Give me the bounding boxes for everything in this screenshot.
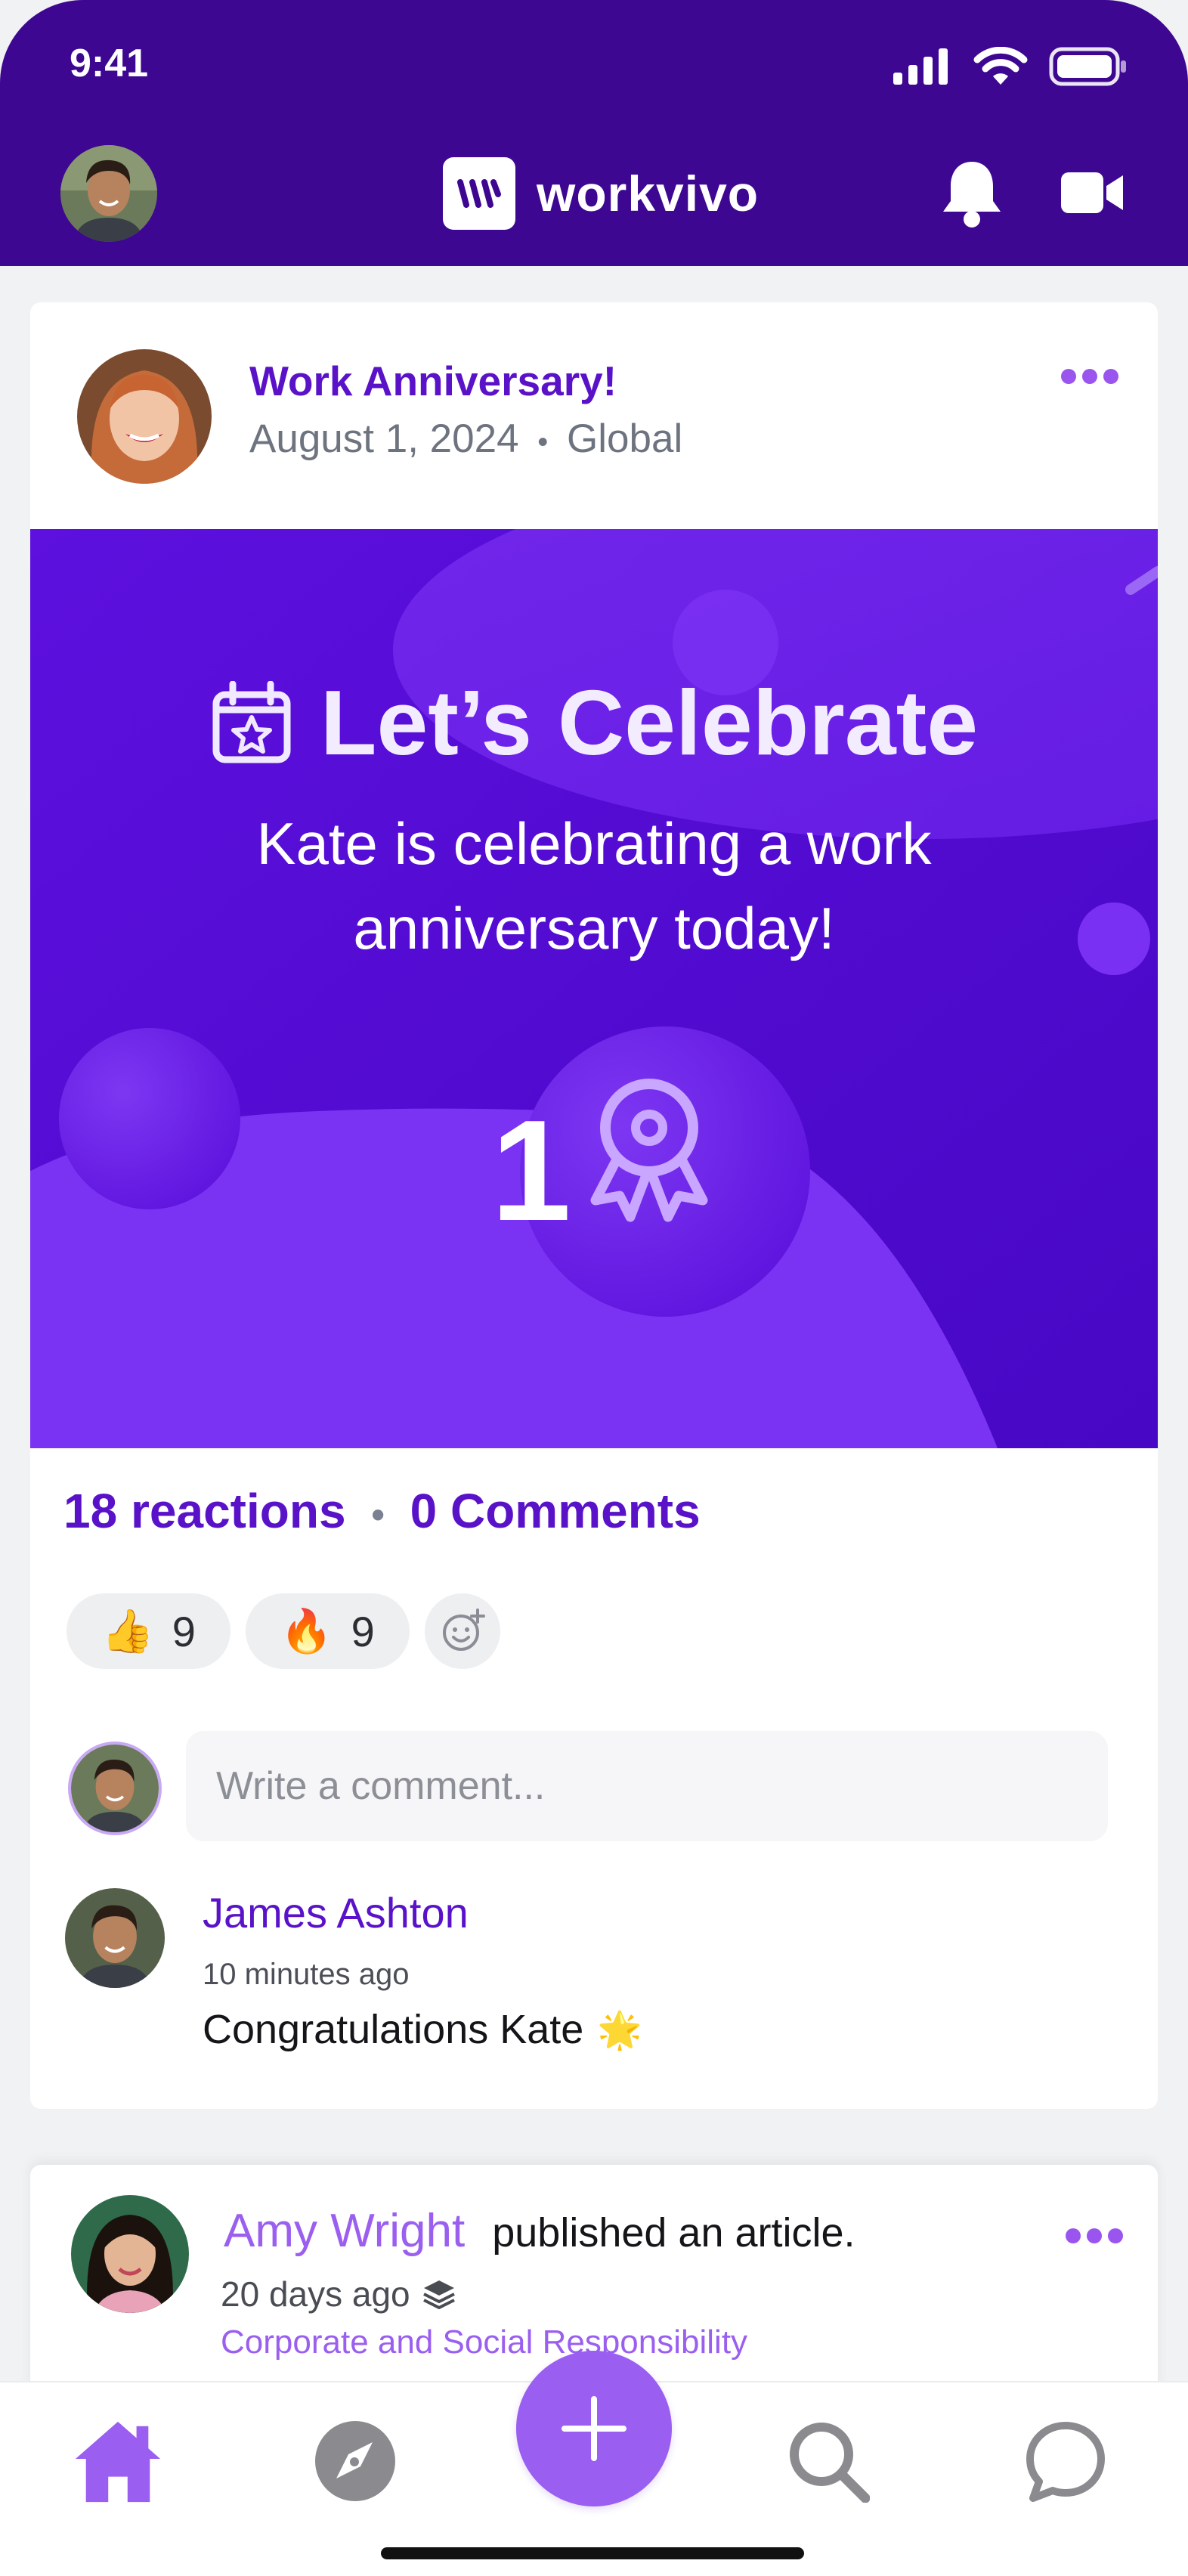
- comment-input[interactable]: [186, 1731, 1108, 1841]
- next-post-time: 20 days ago: [221, 2274, 410, 2314]
- battery-icon: [1049, 47, 1126, 86]
- profile-avatar[interactable]: [60, 145, 157, 242]
- bell-icon: [943, 162, 1001, 228]
- next-post-time-row: 20 days ago: [221, 2274, 456, 2314]
- plus-icon: [562, 2396, 626, 2461]
- video-call-button[interactable]: [1060, 169, 1125, 220]
- workvivo-logo-icon: [443, 157, 515, 230]
- nav-search[interactable]: [783, 2416, 874, 2506]
- video-camera-icon: [1061, 172, 1123, 213]
- reaction-count: 9: [351, 1607, 375, 1655]
- amy-avatar-image: [71, 2195, 189, 2313]
- status-time: 9:41: [70, 42, 149, 85]
- reactions-link[interactable]: 18 reactions: [63, 1484, 346, 1538]
- amy-avatar[interactable]: [71, 2195, 189, 2313]
- more-dot: [1087, 2228, 1102, 2243]
- next-post-action: published an article.: [492, 2210, 855, 2256]
- nav-chat[interactable]: [1020, 2416, 1111, 2506]
- notifications-button[interactable]: [940, 157, 1004, 232]
- next-post-category[interactable]: Corporate and Social Responsibility: [221, 2324, 747, 2361]
- glowing-star-icon: 🌟: [597, 2010, 643, 2051]
- banner-message: Kate is celebrating a work anniversary t…: [256, 810, 932, 961]
- anniversary-years: 1: [491, 1091, 571, 1251]
- create-post-button[interactable]: [516, 2351, 672, 2506]
- home-indicator: [381, 2547, 804, 2559]
- calendar-star-icon: [212, 681, 291, 763]
- commenter-avatar-image: [65, 1888, 165, 1988]
- banner-background: [30, 529, 1158, 1448]
- nav-home[interactable]: [73, 2416, 163, 2506]
- compass-icon: [315, 2421, 395, 2501]
- fire-icon: 🔥: [280, 1607, 333, 1655]
- wifi-icon: [973, 47, 1028, 85]
- more-dot: [1103, 369, 1118, 384]
- commenter-avatar[interactable]: [65, 1888, 165, 1988]
- more-dot: [1061, 369, 1076, 384]
- comments-link[interactable]: 0 Comments: [410, 1484, 701, 1538]
- more-dot: [1082, 369, 1097, 384]
- more-dot: [1066, 2228, 1081, 2243]
- home-icon: [75, 2421, 161, 2503]
- add-reaction-button[interactable]: [424, 1593, 500, 1669]
- next-post-more-button[interactable]: [1066, 2228, 1123, 2243]
- layers-icon: [422, 2280, 455, 2309]
- engagement-summary: 18 reactions • 0 Comments: [63, 1483, 701, 1539]
- comment-text: Congratulations Kate 🌟: [203, 2006, 642, 2053]
- reaction-count: 9: [172, 1607, 196, 1655]
- brand: workvivo: [443, 157, 759, 230]
- post-audience: Global: [567, 416, 683, 461]
- app-name: workvivo: [537, 166, 760, 221]
- meta-separator: •: [537, 426, 549, 459]
- banner-title: Let’s Celebrate: [320, 671, 979, 774]
- phone-screen: 9:41 workvivo Work Anniversary! August 1…: [0, 0, 1188, 2576]
- current-user-avatar-image: [71, 1745, 159, 1832]
- post-meta: August 1, 2024 • Global: [249, 416, 682, 462]
- thumbs-up-icon: 👍: [101, 1607, 154, 1655]
- post-card: Work Anniversary! August 1, 2024 • Globa…: [30, 302, 1158, 2109]
- post-more-button[interactable]: [1061, 369, 1118, 384]
- chat-bubble-icon: [1026, 2422, 1105, 2502]
- status-icons: [893, 44, 1128, 89]
- reaction-thumbs-up[interactable]: 👍 9: [67, 1593, 230, 1669]
- comment-body: Congratulations Kate: [203, 2007, 584, 2052]
- add-emoji-icon: [442, 1608, 485, 1651]
- nav-explore[interactable]: [310, 2416, 401, 2506]
- reaction-bar: 👍 9 🔥 9: [67, 1593, 500, 1669]
- cellular-signal-icon: [893, 48, 948, 85]
- current-user-avatar: [68, 1742, 162, 1835]
- banner-heading: Let’s Celebrate: [30, 670, 1158, 776]
- post-author-avatar[interactable]: [77, 349, 212, 484]
- post-date: August 1, 2024: [249, 416, 519, 461]
- kate-avatar-image: [77, 349, 212, 484]
- search-icon: [790, 2423, 870, 2503]
- celebration-banner: Let’s Celebrate Kate is celebrating a wo…: [30, 529, 1158, 1448]
- more-dot: [1108, 2228, 1123, 2243]
- reaction-fire[interactable]: 🔥 9: [245, 1593, 410, 1669]
- comment-time: 10 minutes ago: [203, 1958, 410, 1991]
- post-title[interactable]: Work Anniversary!: [249, 357, 617, 405]
- app-header: 9:41 workvivo: [0, 0, 1188, 266]
- profile-avatar-image: [60, 145, 157, 242]
- summary-separator: •: [371, 1494, 385, 1536]
- next-post-author[interactable]: Amy Wright: [224, 2204, 465, 2258]
- award-ribbon-icon: [590, 1079, 708, 1222]
- next-post-headline: Amy Wright published an article.: [224, 2204, 855, 2258]
- commenter-name[interactable]: James Ashton: [203, 1888, 469, 1937]
